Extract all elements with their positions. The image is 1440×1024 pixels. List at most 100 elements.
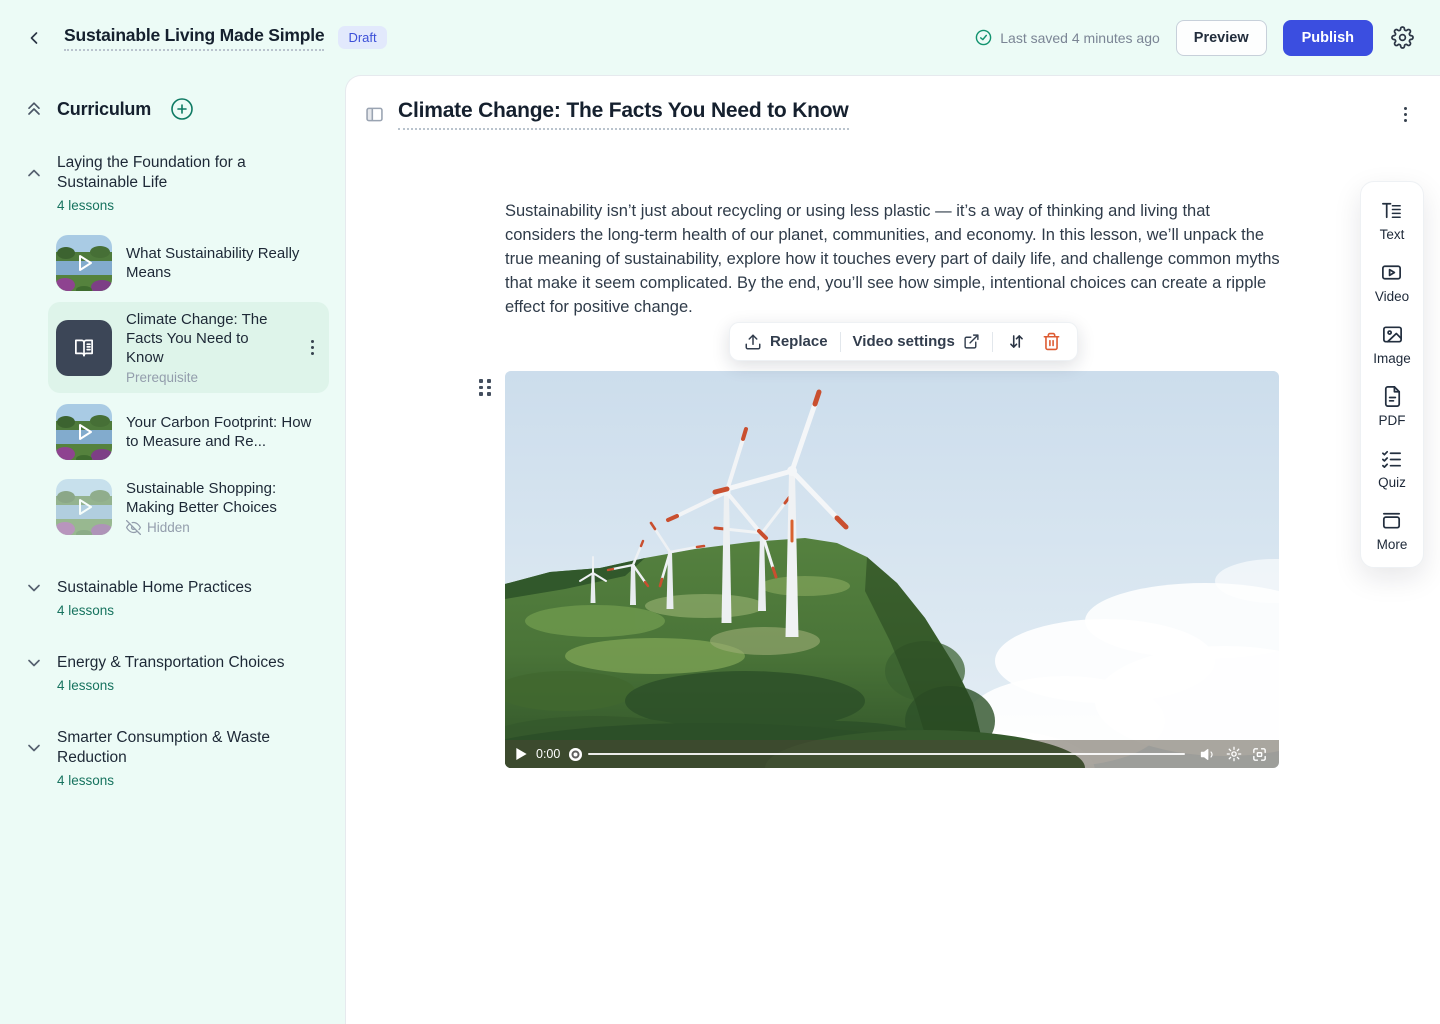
lesson-item-selected[interactable]: Climate Change: The Facts You Need to Kn… — [48, 302, 329, 393]
external-link-icon — [963, 333, 980, 350]
section-title: Energy & Transportation Choices — [57, 653, 284, 673]
palette-item-label: Text — [1380, 227, 1405, 242]
back-button[interactable] — [24, 27, 46, 49]
add-image-block[interactable]: Image — [1373, 323, 1411, 366]
video-settings-icon[interactable] — [1226, 746, 1242, 762]
curriculum-section: Energy & Transportation Choices 4 lesson… — [24, 653, 329, 693]
lesson-title: What Sustainability Really Means — [126, 244, 321, 282]
pdf-icon — [1381, 385, 1404, 408]
lesson-editor-panel: Climate Change: The Facts You Need to Kn… — [345, 75, 1440, 1024]
collapse-all-icon[interactable] — [24, 99, 44, 119]
lesson-item[interactable]: Your Carbon Footprint: How to Measure an… — [48, 396, 329, 468]
video-controls-bar: 0:00 — [505, 740, 1279, 768]
reading-lesson-icon — [56, 320, 112, 376]
chevron-down-icon[interactable] — [24, 578, 44, 598]
block-palette: Text Video Image PDF Quiz More — [1360, 181, 1424, 568]
video-block-toolbar: Replace Video settings — [729, 322, 1078, 361]
settings-gear-icon[interactable] — [1391, 26, 1414, 49]
trash-icon — [1042, 332, 1061, 351]
add-quiz-block[interactable]: Quiz — [1378, 447, 1406, 490]
palette-item-label: PDF — [1379, 413, 1406, 428]
section-header[interactable]: Smarter Consumption & Waste Reduction — [24, 728, 329, 768]
video-timestamp: 0:00 — [536, 747, 560, 761]
video-settings-button[interactable]: Video settings — [853, 333, 980, 350]
video-player[interactable]: 0:00 — [505, 371, 1279, 768]
video-thumbnail — [56, 479, 112, 535]
toggle-sidebar-icon[interactable] — [364, 104, 385, 125]
curriculum-section: Laying the Foundation for a Sustainable … — [24, 153, 329, 543]
progress-track[interactable] — [588, 753, 1185, 755]
video-thumbnail — [56, 235, 112, 291]
lesson-text-block[interactable]: Sustainability isn’t just about recyclin… — [505, 199, 1280, 319]
chevron-up-icon[interactable] — [24, 163, 44, 183]
section-header[interactable]: Energy & Transportation Choices — [24, 653, 329, 673]
lesson-item-hidden[interactable]: Sustainable Shopping: Making Better Choi… — [48, 471, 329, 543]
more-icon — [1380, 509, 1403, 532]
lesson-title: Sustainable Shopping: Making Better Choi… — [126, 479, 321, 517]
image-icon — [1381, 323, 1404, 346]
preview-button[interactable]: Preview — [1176, 20, 1267, 56]
top-header: Sustainable Living Made Simple Draft Las… — [0, 0, 1440, 75]
last-saved-text: Last saved 4 minutes ago — [1000, 30, 1160, 46]
lesson-badge: Hidden — [147, 520, 190, 535]
palette-item-label: Quiz — [1378, 475, 1406, 490]
video-icon — [1380, 261, 1403, 284]
replace-video-button[interactable]: Replace — [744, 333, 828, 351]
play-overlay-icon — [56, 235, 112, 291]
text-icon — [1380, 199, 1403, 222]
course-title[interactable]: Sustainable Living Made Simple — [64, 25, 324, 51]
section-lesson-count: 4 lessons — [57, 198, 329, 213]
palette-item-label: Image — [1373, 351, 1411, 366]
lesson-badge: Prerequisite — [126, 370, 289, 385]
lesson-title: Climate Change: The Facts You Need to Kn… — [126, 310, 289, 367]
check-circle-icon — [975, 29, 992, 46]
add-video-block[interactable]: Video — [1375, 261, 1409, 304]
curriculum-heading: Curriculum — [57, 99, 151, 120]
toolbar-divider — [840, 332, 841, 352]
reorder-block-button[interactable] — [1005, 330, 1028, 353]
palette-item-label: More — [1377, 537, 1408, 552]
chevron-down-icon[interactable] — [24, 738, 44, 758]
swap-vertical-icon — [1007, 332, 1026, 351]
fullscreen-icon[interactable] — [1251, 746, 1268, 763]
toolbar-divider — [992, 332, 993, 352]
chevron-down-icon[interactable] — [24, 653, 44, 673]
video-frame-illustration — [505, 371, 1279, 768]
status-badge: Draft — [338, 26, 386, 49]
palette-item-label: Video — [1375, 289, 1409, 304]
lesson-item[interactable]: What Sustainability Really Means — [48, 227, 329, 299]
volume-icon[interactable] — [1200, 746, 1217, 763]
play-button[interactable] — [516, 748, 527, 760]
block-drag-handle[interactable] — [476, 376, 494, 399]
scrubber-handle[interactable] — [569, 748, 582, 761]
section-header[interactable]: Laying the Foundation for a Sustainable … — [24, 153, 329, 193]
eye-off-icon — [126, 520, 141, 535]
section-header[interactable]: Sustainable Home Practices — [24, 578, 329, 598]
curriculum-section: Smarter Consumption & Waste Reduction 4 … — [24, 728, 329, 788]
lesson-options-kebab[interactable] — [1396, 105, 1414, 124]
last-saved-status: Last saved 4 minutes ago — [975, 29, 1160, 46]
section-title: Laying the Foundation for a Sustainable … — [57, 153, 297, 193]
delete-block-button[interactable] — [1040, 330, 1063, 353]
play-overlay-icon — [56, 404, 112, 460]
section-title: Sustainable Home Practices — [57, 578, 252, 598]
section-lesson-count: 4 lessons — [57, 678, 329, 693]
curriculum-section: Sustainable Home Practices 4 lessons — [24, 578, 329, 618]
add-text-block[interactable]: Text — [1380, 199, 1405, 242]
lesson-title: Your Carbon Footprint: How to Measure an… — [126, 413, 321, 451]
section-lesson-count: 4 lessons — [57, 773, 329, 788]
chevron-left-icon — [24, 28, 44, 48]
add-pdf-block[interactable]: PDF — [1379, 385, 1406, 428]
lesson-kebab-menu[interactable] — [303, 338, 321, 357]
upload-icon — [744, 333, 762, 351]
curriculum-sidebar: Curriculum Laying the Foundation for a S… — [0, 75, 345, 1024]
quiz-icon — [1380, 447, 1403, 470]
add-section-button[interactable] — [170, 97, 194, 121]
publish-button[interactable]: Publish — [1283, 20, 1373, 56]
more-blocks[interactable]: More — [1377, 509, 1408, 552]
lesson-page-title[interactable]: Climate Change: The Facts You Need to Kn… — [398, 99, 849, 130]
section-lesson-count: 4 lessons — [57, 603, 329, 618]
video-thumbnail — [56, 404, 112, 460]
play-overlay-icon — [56, 479, 112, 535]
section-title: Smarter Consumption & Waste Reduction — [57, 728, 297, 768]
